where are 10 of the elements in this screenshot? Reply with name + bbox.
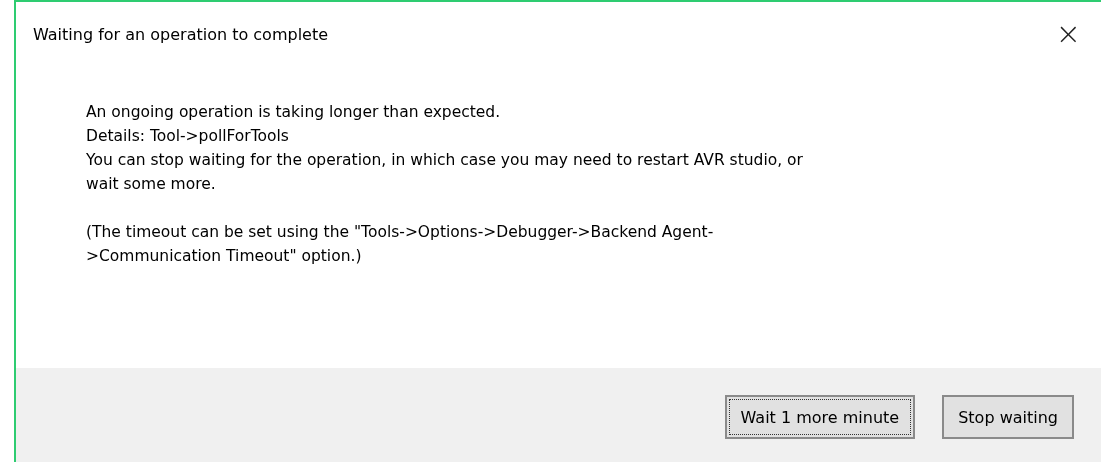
message-text: (The timeout can be set using the "Tools->Options->Debugger->Backend Agent-	[86, 222, 715, 243]
dialog-button[interactable]: Stop waiting	[942, 395, 1074, 439]
message-text: wait some more.	[86, 174, 217, 195]
window-title: Waiting for an operation to complete	[33, 24, 329, 44]
message-text: You can stop waiting for the operation, in which case you may need to restart AVR studio, or	[86, 150, 804, 171]
close-button[interactable]: ×	[1053, 21, 1083, 47]
dialog-button[interactable]: Wait 1 more minute	[724, 395, 916, 439]
message-text: Details: Tool->pollForTools	[86, 126, 290, 147]
message-text: >Communication Timeout" option.)	[86, 246, 363, 267]
message-text: An ongoing operation is taking longer than expected.	[86, 102, 502, 123]
